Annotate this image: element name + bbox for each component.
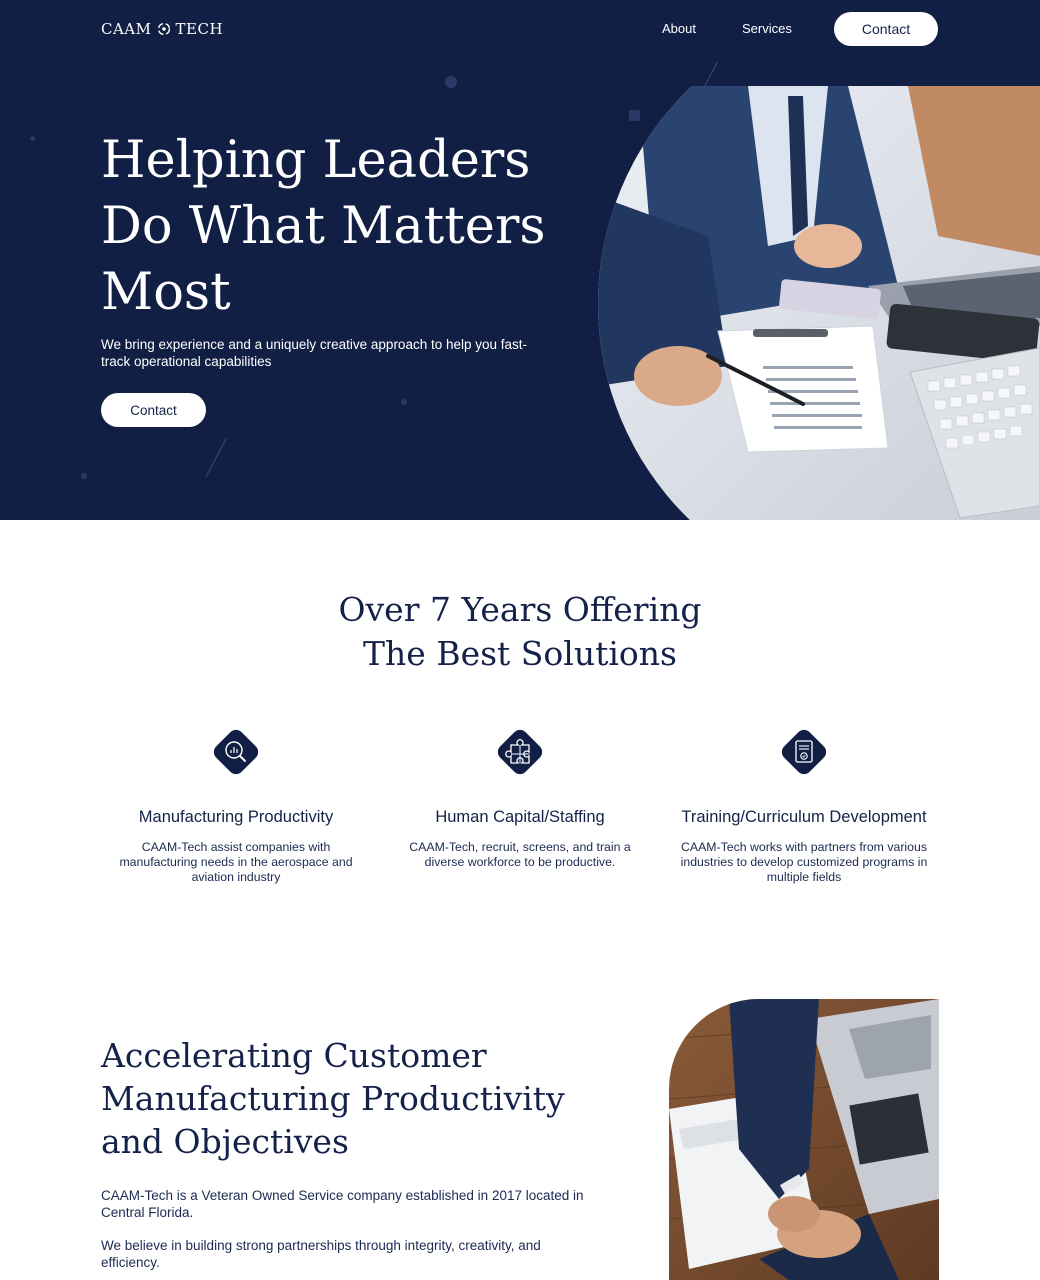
decor-dot: [445, 76, 457, 88]
handshake-laptop-image: [669, 999, 939, 1280]
logo-text-right: TECH: [175, 20, 224, 38]
service-card-training: Training/Curriculum Development CAAM-Tec…: [659, 724, 949, 885]
about-heading: Accelerating Customer Manufacturing Prod…: [101, 1036, 565, 1161]
nav-link-about[interactable]: About: [662, 21, 696, 36]
solutions-heading-line1: Over 7 Years Offering: [338, 590, 702, 629]
nav-link-services[interactable]: Services: [742, 21, 792, 36]
about-paragraph-2: We believe in building strong partnershi…: [101, 1238, 541, 1270]
card-title: Human Capital/Staffing: [435, 808, 605, 826]
nav-contact-button[interactable]: Contact: [834, 12, 938, 46]
card-title: Training/Curriculum Development: [681, 808, 927, 826]
hero-business-meeting-image: [598, 86, 1040, 520]
decor-dot: [30, 136, 35, 141]
logo-icon: [157, 22, 170, 36]
hero-title: Helping Leaders Do What Matters Most: [101, 131, 546, 322]
magnifier-chart-icon: [213, 729, 259, 775]
card-description: CAAM-Tech works with partners from vario…: [680, 840, 928, 884]
hero-contact-button[interactable]: Contact: [101, 393, 206, 427]
logo-text-left: CAAM: [101, 20, 152, 38]
document-badge-icon: [781, 729, 827, 775]
service-card-staffing: Human Capital/Staffing CAAM-Tech, recrui…: [375, 724, 665, 870]
decor-line: [205, 438, 227, 478]
card-description: CAAM-Tech assist companies with manufact…: [119, 840, 353, 884]
solutions-heading: Over 7 Years Offering The Best Solutions: [0, 588, 1040, 676]
solutions-heading-line2: The Best Solutions: [363, 634, 677, 673]
decor-dot: [81, 473, 87, 479]
brand-logo[interactable]: CAAM TECH: [101, 20, 223, 38]
card-title: Manufacturing Productivity: [138, 808, 334, 826]
card-description: CAAM-Tech, recruit, screens, and train a…: [409, 840, 631, 869]
top-navigation: CAAM TECH About Services Contact: [0, 0, 1040, 60]
decor-dot: [401, 399, 407, 405]
about-paragraph-1: CAAM-Tech is a Veteran Owned Service com…: [101, 1188, 584, 1220]
hero-subtitle: We bring experience and a uniquely creat…: [101, 337, 528, 369]
service-card-manufacturing: Manufacturing Productivity CAAM-Tech ass…: [91, 724, 381, 885]
hero-section: CAAM TECH About Services Contact Helping…: [0, 0, 1040, 520]
puzzle-icon: [497, 729, 543, 775]
